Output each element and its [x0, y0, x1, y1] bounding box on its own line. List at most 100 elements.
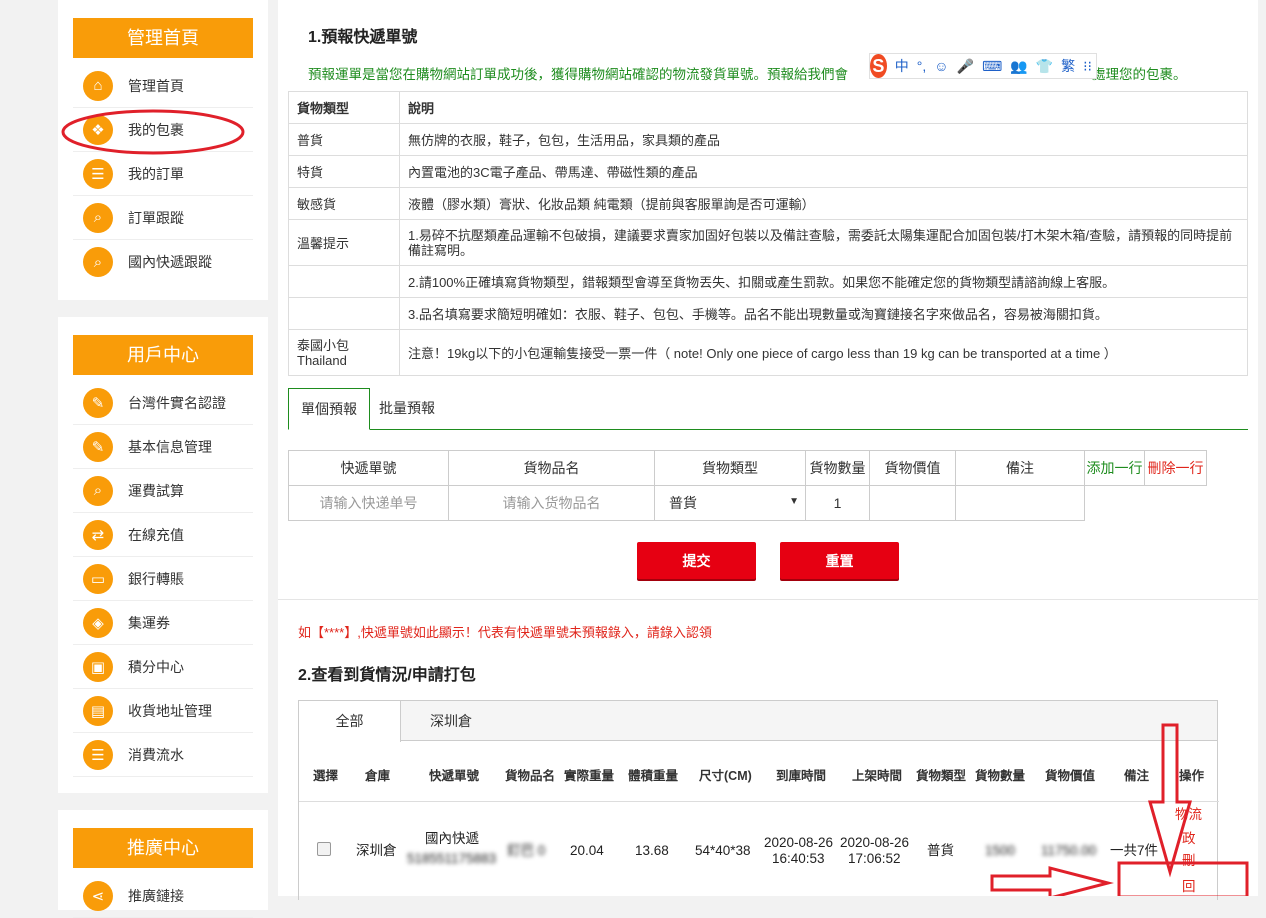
list-icon: ☰: [83, 158, 113, 189]
tracking-cell: [288, 485, 449, 521]
sidebar-item-label: 運費試算: [128, 482, 184, 499]
tab-batch-forecast[interactable]: 批量預報: [367, 388, 447, 430]
ime-toolbar[interactable]: S 中 °, ☺ 🎤 ⌨ 👥 👕 繁 ⁝⁝: [869, 53, 1097, 79]
table-header: 貨物類型: [288, 91, 400, 124]
forecast-note: 預報運單是當您在購物網站訂單成功後，獲得購物網站確認的物流發貨單號。預報給我們會: [308, 67, 848, 82]
sidebar-item-bank-transfer[interactable]: ▭ 銀行轉賬: [73, 557, 253, 601]
arrive-time-cell: 16:40:53: [772, 851, 825, 866]
main-content: 1.預報快遞單號 預報運單是當您在購物網站訂單成功後，獲得購物網站確認的物流發貨…: [278, 0, 1258, 900]
annotation-ellipse: [61, 109, 245, 155]
search-icon: ⌕: [83, 247, 113, 277]
table-cell: 1.易碎不抗壓類產品運輸不包破損，建議要求賣家加固好包裝以及備註查驗，需委託太陽…: [399, 219, 1248, 266]
table-cell: 普貨: [288, 123, 400, 156]
reset-button[interactable]: 重置: [780, 542, 899, 579]
sidebar-item-home[interactable]: ⌂ 管理首頁: [73, 64, 253, 108]
product-name-input[interactable]: [449, 486, 654, 520]
panel-user-center: 用戶中心 ✎ 台灣件實名認證 ✎ 基本信息管理 ⌕ 運費試算 ⇄ 在線充值 ▭ 銀行轉賬 …: [58, 317, 268, 793]
tab-single-forecast[interactable]: 單個預報: [288, 388, 370, 430]
sidebar-item-label: 我的訂單: [128, 165, 184, 182]
remark-field[interactable]: [955, 485, 1085, 521]
sidebar-item-profile[interactable]: ✎ 基本信息管理: [73, 425, 253, 469]
panel-title: 用戶中心: [73, 335, 253, 375]
quantity-field[interactable]: 1: [805, 485, 870, 521]
size-cell: 54*40*38: [695, 843, 751, 858]
cargo-type-table: 貨物類型 說明 普貨 無仿牌的衣服，鞋子，包包，生活用品，家具類的產品 特貨 內置電…: [288, 91, 1248, 376]
sidebar-item-label: 消費流水: [128, 746, 184, 763]
exchange-icon: ⇄: [83, 519, 113, 550]
sidebar-item-label: 國內快遞跟蹤: [128, 254, 212, 270]
list-icon: ☰: [83, 739, 113, 770]
column-header: 上架時間: [852, 769, 903, 783]
table-cell: [288, 297, 400, 330]
sidebar-item-address[interactable]: ▤ 收貨地址管理: [73, 689, 253, 733]
product-cell: 釘巴 0: [507, 843, 546, 858]
delete-row-button[interactable]: 刪除一行: [1144, 450, 1207, 486]
search-icon: ⌕: [83, 202, 113, 233]
sidebar-item-promo-link[interactable]: ⋖ 推廣鏈接: [73, 874, 253, 918]
tab-shenzhen[interactable]: 深圳倉: [401, 701, 501, 741]
sidebar-item-label: 在線充值: [128, 526, 184, 543]
user-icon[interactable]: 👥: [1010, 58, 1027, 75]
table-cell: 敏感貨: [288, 187, 400, 220]
ime-chinese-mode[interactable]: 中: [895, 56, 909, 76]
home-icon: ⌂: [83, 70, 113, 101]
sidebar-item-label: 訂單跟蹤: [128, 209, 184, 226]
ime-traditional[interactable]: 繁: [1061, 56, 1075, 76]
sidebar-item-points[interactable]: ▣ 積分中心: [73, 645, 253, 689]
add-row-button[interactable]: 添加一行: [1084, 450, 1145, 486]
sidebar-item-my-orders[interactable]: ☰ 我的訂單: [73, 152, 253, 196]
forecast-tabs: 單個預報 批量預報: [288, 388, 1248, 430]
column-header: 快遞單號: [429, 769, 480, 783]
sidebar-item-tw-verify[interactable]: ✎ 台灣件實名認證: [73, 381, 253, 425]
submit-button[interactable]: 提交: [637, 542, 756, 579]
section2-title: 2.查看到貨情況/申請打包: [298, 667, 476, 684]
table-cell: 注意！19kg以下的小包運輸隻接受一票一件（ note! Only one pi…: [399, 329, 1248, 376]
table-header: 說明: [399, 91, 1248, 124]
column-header: 到庫時間: [776, 769, 827, 783]
table-cell: 內置電池的3C電子產品、帶馬達、帶磁性類的產品: [399, 155, 1248, 188]
row-checkbox[interactable]: [317, 842, 331, 856]
sidebar-item-transactions[interactable]: ☰ 消費流水: [73, 733, 253, 777]
sidebar-item-shipping-calc[interactable]: ⌕ 運費試算: [73, 469, 253, 513]
volume-weight-cell: 13.68: [635, 843, 669, 858]
actual-weight-cell: 20.04: [570, 843, 604, 858]
sidebar-item-domestic-tracking[interactable]: ⌕ 國內快遞跟蹤: [73, 240, 253, 284]
tab-all[interactable]: 全部: [299, 701, 401, 742]
card-icon: ▭: [83, 563, 113, 594]
carrier-cell: 國內快遞: [425, 831, 479, 846]
gift-icon: ▣: [83, 651, 113, 682]
sidebar-item-topup[interactable]: ⇄ 在線充值: [73, 513, 253, 557]
table-header: 貨物數量: [805, 450, 870, 486]
sidebar-item-label: 台灣件實名認證: [128, 394, 226, 411]
ime-punctuation[interactable]: °,: [917, 58, 927, 74]
sidebar-item-coupon[interactable]: ◈ 集運券: [73, 601, 253, 645]
table-cell: 液體（膠水類）膏狀、化妝品類 純電類（提前與客服單詢是否可運輸）: [399, 187, 1248, 220]
table-cell: 3.品名填寫要求簡短明確如：衣服、鞋子、包包、手機等。品名不能出現數量或淘寶鏈接…: [399, 297, 1248, 330]
emoji-icon[interactable]: ☺: [934, 58, 948, 74]
value-field[interactable]: [869, 485, 956, 521]
cargo-type-select[interactable]: 普貨 ▼: [654, 485, 806, 521]
sidebar-item-order-tracking[interactable]: ⌕ 訂單跟蹤: [73, 196, 253, 240]
column-header: 貨物類型: [916, 769, 967, 783]
tracking-number-input[interactable]: [289, 486, 448, 520]
shelf-time-cell: 17:06:52: [848, 851, 901, 866]
forecast-note-tail: 處理您的包裹。: [1092, 67, 1187, 82]
sidebar-item-label: 銀行轉賬: [128, 570, 184, 587]
table-header: 貨物價值: [869, 450, 956, 486]
column-header: 尺寸(CM): [699, 769, 752, 783]
sidebar: 管理首頁 ⌂ 管理首頁 ❖ 我的包裹 ☰ 我的訂單 ⌕ 訂單跟蹤 ⌕ 國內快遞跟蹤 用戶中…: [0, 0, 278, 918]
table-cell: 溫馨提示: [288, 219, 400, 266]
sidebar-item-label: 基本信息管理: [128, 438, 212, 455]
unforecast-warning: 如【****】,快遞單號如此顯示！代表有快遞單號未預報錄入，請錄入認領: [298, 625, 712, 640]
chevron-down-icon: ▼: [789, 496, 799, 507]
menu-grid-icon[interactable]: ⁝⁝: [1083, 58, 1092, 75]
skin-icon[interactable]: 👕: [1036, 58, 1053, 75]
sidebar-item-label: 收貨地址管理: [128, 702, 212, 719]
panel-title: 推廣中心: [73, 828, 253, 868]
sogou-logo-icon: S: [870, 54, 887, 78]
microphone-icon[interactable]: 🎤: [957, 58, 974, 75]
keyboard-icon[interactable]: ⌨: [982, 58, 1002, 75]
column-header: 實際重量: [564, 769, 615, 783]
panel-promotion: 推廣中心 ⋖ 推廣鏈接: [58, 810, 268, 918]
sidebar-item-label: 積分中心: [128, 658, 184, 675]
